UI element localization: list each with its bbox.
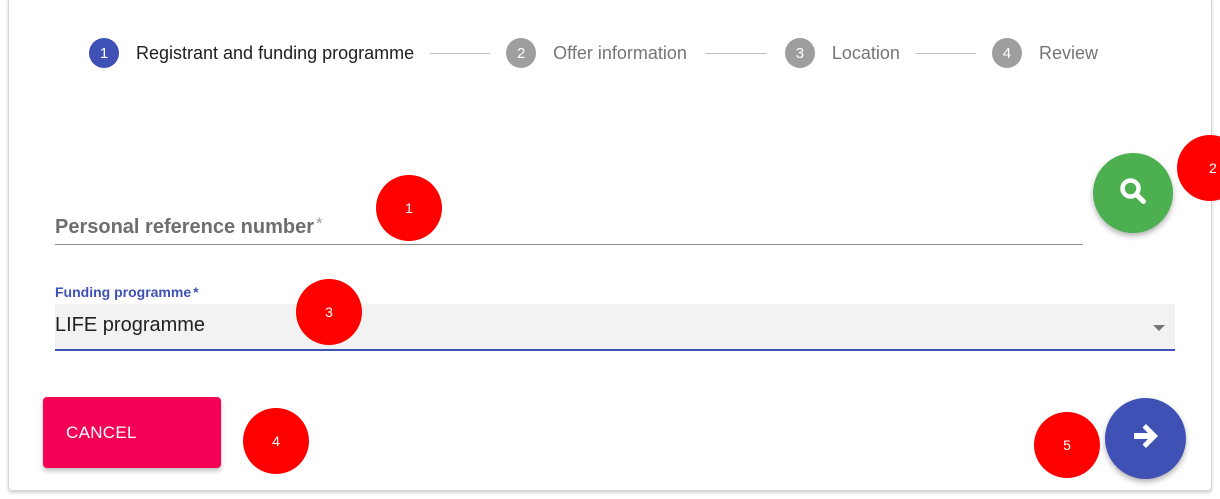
cancel-button[interactable]: CANCEL <box>43 397 221 468</box>
step-2-number: 2 <box>506 38 537 68</box>
personal-reference-input[interactable]: Personal reference number * <box>55 200 1083 245</box>
search-icon <box>1118 176 1148 211</box>
step-3-label: Location <box>831 42 900 63</box>
step-1[interactable]: 1 Registrant and funding programme <box>89 38 414 68</box>
annotation-marker-4: 4 <box>243 408 309 474</box>
stepper: 1 Registrant and funding programme 2 Off… <box>89 38 1098 68</box>
arrow-right-icon <box>1130 420 1162 457</box>
step-connector <box>430 52 491 54</box>
step-2-label: Offer information <box>553 42 687 63</box>
personal-reference-label-text: Personal reference number <box>55 216 314 238</box>
funding-programme-label: Funding programme * <box>55 284 199 300</box>
funding-programme-value: LIFE programme <box>55 314 206 336</box>
annotation-marker-5: 5 <box>1034 412 1100 478</box>
funding-programme-label-text: Funding programme <box>55 284 192 300</box>
step-connector <box>915 52 976 54</box>
personal-reference-label: Personal reference number * <box>55 214 323 239</box>
annotation-marker-1: 1 <box>376 175 442 241</box>
step-3[interactable]: 3 Location <box>784 38 900 68</box>
step-2[interactable]: 2 Offer information <box>506 38 687 68</box>
annotation-marker-3: 3 <box>296 279 362 345</box>
search-button[interactable] <box>1093 153 1173 233</box>
step-4[interactable]: 4 Review <box>991 38 1098 68</box>
step-1-number: 1 <box>89 38 119 68</box>
step-1-label: Registrant and funding programme <box>136 42 415 63</box>
step-4-label: Review <box>1038 42 1098 63</box>
required-asterisk: * <box>193 284 199 300</box>
next-button[interactable] <box>1105 398 1186 479</box>
step-3-number: 3 <box>784 38 815 68</box>
step-connector <box>704 52 767 54</box>
step-4-number: 4 <box>991 38 1022 68</box>
funding-programme-select[interactable]: LIFE programme <box>55 304 1175 351</box>
page: 1 Registrant and funding programme 2 Off… <box>0 0 1220 499</box>
dropdown-caret-icon <box>1153 325 1165 331</box>
required-asterisk: * <box>316 214 323 233</box>
